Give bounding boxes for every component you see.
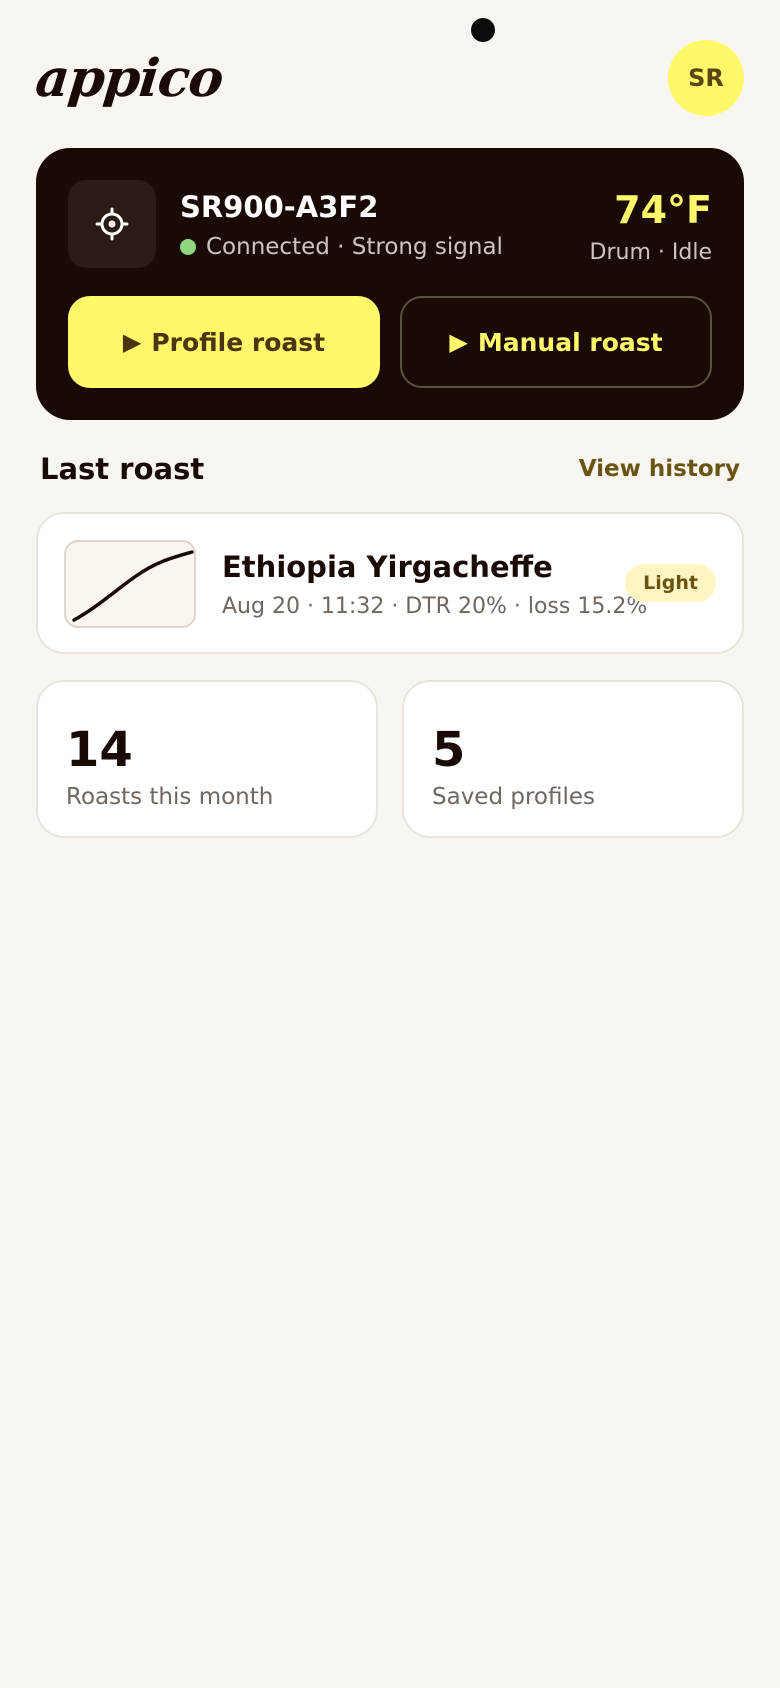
stat-label: Saved profiles — [432, 784, 595, 810]
device-name: SR900-A3F2 — [180, 190, 379, 224]
profile-roast-button[interactable]: ▶ Profile roast — [68, 296, 380, 388]
app-header: appico SR — [32, 40, 744, 116]
gear-icon — [68, 180, 156, 268]
play-icon: ▶ — [122, 328, 142, 356]
stat-label: Roasts this month — [66, 784, 274, 810]
roast-curve-thumbnail — [64, 540, 196, 628]
roast-level-badge: Light — [625, 564, 716, 602]
stat-card-roasts[interactable]: 14 Roasts this month — [36, 680, 378, 838]
app-logo: appico — [32, 47, 226, 109]
manual-roast-label: Manual roast — [477, 327, 663, 357]
status-dot — [180, 239, 196, 255]
avatar[interactable]: SR — [668, 40, 744, 116]
last-roast-header: Last roast View history — [40, 452, 740, 486]
camera-cutout — [471, 18, 495, 42]
roast-name: Ethiopia Yirgacheffe — [222, 550, 553, 584]
stat-value: 5 — [432, 722, 466, 778]
view-history-link[interactable]: View history — [579, 456, 740, 482]
last-roast-card[interactable]: Ethiopia Yirgacheffe Aug 20 · 11:32 · DT… — [36, 512, 744, 654]
profile-roast-label: Profile roast — [151, 327, 326, 357]
stat-value: 14 — [66, 722, 133, 778]
stat-card-profiles[interactable]: 5 Saved profiles — [402, 680, 744, 838]
device-temperature: 74°F — [614, 188, 712, 232]
section-title: Last roast — [40, 452, 205, 486]
manual-roast-button[interactable]: ▶ Manual roast — [400, 296, 712, 388]
device-status: Connected · Strong signal — [180, 234, 503, 260]
play-icon: ▶ — [449, 328, 468, 356]
device-status-text: Connected · Strong signal — [206, 234, 503, 260]
device-card: SR900-A3F2 Connected · Strong signal 74°… — [36, 148, 744, 420]
device-state: Drum · Idle — [589, 240, 712, 265]
roast-meta: Aug 20 · 11:32 · DTR 20% · loss 15.2% — [222, 594, 648, 619]
